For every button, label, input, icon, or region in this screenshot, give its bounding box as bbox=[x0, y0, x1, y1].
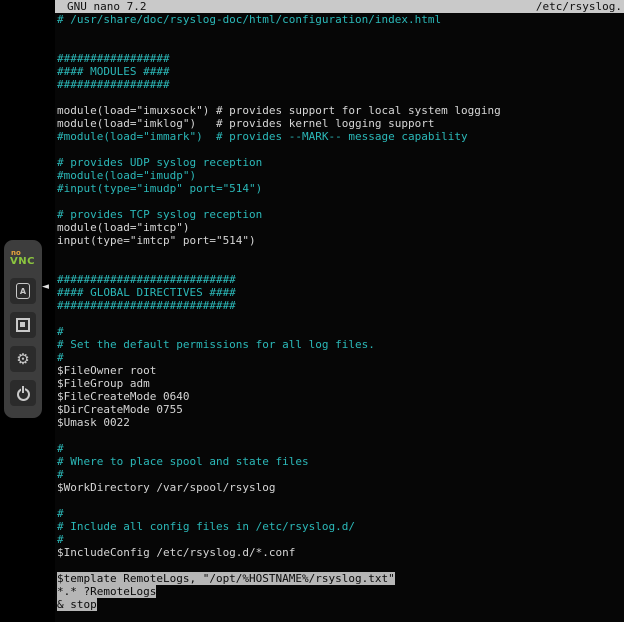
nano-app-title: GNU nano 7.2 bbox=[67, 0, 146, 13]
editor-line: *.* ?RemoteLogs bbox=[57, 585, 624, 598]
editor-line: $WorkDirectory /var/spool/rsyslog bbox=[57, 481, 624, 494]
editor-line: ########################### bbox=[57, 273, 624, 286]
clipboard-button[interactable]: A bbox=[10, 278, 36, 304]
editor-line: $DirCreateMode 0755 bbox=[57, 403, 624, 416]
editor-line: # /usr/share/doc/rsyslog-doc/html/config… bbox=[57, 13, 624, 26]
editor-line: # bbox=[57, 325, 624, 338]
editor-line: #module(load="immark") # provides --MARK… bbox=[57, 130, 624, 143]
control-bar-handle[interactable]: ◄ bbox=[42, 281, 49, 293]
editor-line: & stop bbox=[57, 598, 624, 611]
editor-line: module(load="imklog") # provides kernel … bbox=[57, 117, 624, 130]
novnc-logo: no VNC bbox=[10, 246, 36, 270]
editor-line: # Include all config files in /etc/rsysl… bbox=[57, 520, 624, 533]
editor-line bbox=[57, 559, 624, 572]
editor-line: #### GLOBAL DIRECTIVES #### bbox=[57, 286, 624, 299]
editor-line bbox=[57, 26, 624, 39]
settings-button[interactable]: ⚙ bbox=[10, 346, 36, 372]
editor-line: # provides TCP syslog reception bbox=[57, 208, 624, 221]
editor-line bbox=[57, 312, 624, 325]
editor-line: #module(load="imudp") bbox=[57, 169, 624, 182]
editor-line: $IncludeConfig /etc/rsyslog.d/*.conf bbox=[57, 546, 624, 559]
editor-line: module(load="imuxsock") # provides suppo… bbox=[57, 104, 624, 117]
editor-line: # bbox=[57, 351, 624, 364]
editor-line: $Umask 0022 bbox=[57, 416, 624, 429]
editor-lines: # /usr/share/doc/rsyslog-doc/html/config… bbox=[55, 13, 624, 611]
editor-line: input(type="imtcp" port="514") bbox=[57, 234, 624, 247]
clipboard-icon: A bbox=[16, 283, 30, 299]
gear-icon: ⚙ bbox=[16, 352, 29, 367]
editor-line: #### MODULES #### bbox=[57, 65, 624, 78]
terminal-window[interactable]: GNU nano 7.2 /etc/rsyslog. # /usr/share/… bbox=[55, 0, 624, 622]
editor-line: # provides UDP syslog reception bbox=[57, 156, 624, 169]
collapse-arrow-icon: ◄ bbox=[42, 282, 49, 292]
editor-line bbox=[57, 494, 624, 507]
editor-line: # bbox=[57, 533, 624, 546]
fullscreen-button[interactable] bbox=[10, 312, 36, 338]
editor-line bbox=[57, 247, 624, 260]
novnc-control-bar: no VNC A ⚙ bbox=[4, 240, 42, 418]
editor-line: # bbox=[57, 468, 624, 481]
power-button[interactable] bbox=[10, 380, 36, 406]
editor-line bbox=[57, 91, 624, 104]
editor-line bbox=[57, 195, 624, 208]
fullscreen-icon bbox=[16, 318, 30, 332]
editor-line bbox=[57, 143, 624, 156]
editor-line: $template RemoteLogs, "/opt/%HOSTNAME%/r… bbox=[57, 572, 624, 585]
clipboard-letter: A bbox=[20, 287, 26, 296]
editor-line: # Where to place spool and state files bbox=[57, 455, 624, 468]
editor-line: $FileCreateMode 0640 bbox=[57, 390, 624, 403]
novnc-logo-vnc: VNC bbox=[10, 257, 35, 267]
editor-line bbox=[57, 39, 624, 52]
editor-line: ################# bbox=[57, 78, 624, 91]
editor-line bbox=[57, 260, 624, 273]
editor-line: module(load="imtcp") bbox=[57, 221, 624, 234]
editor-line: # Set the default permissions for all lo… bbox=[57, 338, 624, 351]
editor-line: # bbox=[57, 507, 624, 520]
editor-line: $FileOwner root bbox=[57, 364, 624, 377]
nano-filename: /etc/rsyslog. bbox=[536, 0, 622, 13]
editor-line: ########################### bbox=[57, 299, 624, 312]
editor-line: # bbox=[57, 442, 624, 455]
power-icon bbox=[16, 386, 30, 400]
editor-line bbox=[57, 429, 624, 442]
editor-line: $FileGroup adm bbox=[57, 377, 624, 390]
nano-titlebar: GNU nano 7.2 /etc/rsyslog. bbox=[55, 0, 624, 13]
editor-line: ################# bbox=[57, 52, 624, 65]
editor-line: #input(type="imudp" port="514") bbox=[57, 182, 624, 195]
